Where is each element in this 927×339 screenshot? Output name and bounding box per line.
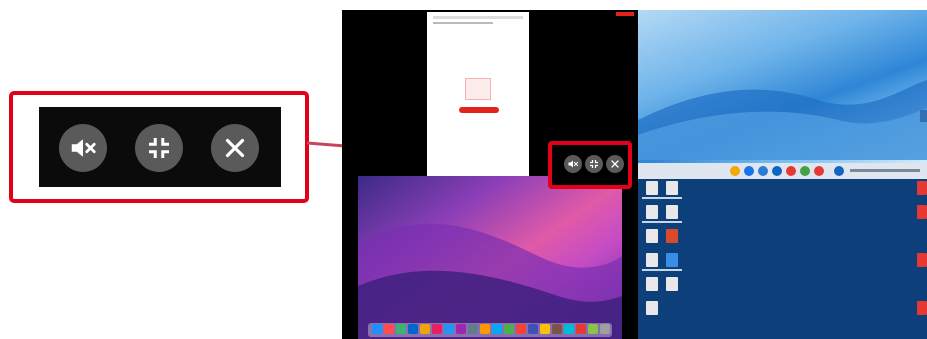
dock-icon[interactable] xyxy=(480,324,490,334)
dock-icon[interactable] xyxy=(372,324,382,334)
phone-illustration xyxy=(465,78,491,100)
dock-icon[interactable] xyxy=(456,324,466,334)
close-button-magnified[interactable] xyxy=(211,124,259,172)
phone-subheader xyxy=(433,22,493,24)
desktop-file-icon[interactable] xyxy=(666,205,678,219)
icon-label xyxy=(662,221,682,223)
macos-dock xyxy=(368,323,612,337)
phone-status-badge xyxy=(616,12,634,16)
desktop-file-icon[interactable] xyxy=(646,253,658,267)
desktop-file-icon[interactable] xyxy=(646,205,658,219)
side-tab[interactable] xyxy=(920,110,927,122)
taskbar-icon[interactable] xyxy=(744,166,754,176)
desktop-file-icon[interactable] xyxy=(646,301,658,315)
magnified-callout xyxy=(9,91,309,203)
taskbar-icon[interactable] xyxy=(772,166,782,176)
close-icon xyxy=(225,138,245,158)
phone-action-button[interactable] xyxy=(459,107,499,113)
windows-taskbar xyxy=(638,163,927,179)
dock-icon[interactable] xyxy=(444,324,454,334)
desktop-app-icon[interactable] xyxy=(666,229,678,243)
dock-icon[interactable] xyxy=(516,324,526,334)
desktop-file-icon[interactable] xyxy=(666,181,678,195)
desktop-file-icon[interactable] xyxy=(646,277,658,291)
taskbar-icon[interactable] xyxy=(730,166,740,176)
taskbar-icon[interactable] xyxy=(800,166,810,176)
icon-label xyxy=(662,269,682,271)
fullscreen-button[interactable] xyxy=(585,155,603,173)
desktop-app-icon[interactable] xyxy=(666,253,678,267)
phone-app-view xyxy=(427,12,529,176)
pdf-file-icon[interactable] xyxy=(917,181,927,195)
windows-desktop-top xyxy=(638,10,927,163)
fullscreen-button-magnified[interactable] xyxy=(135,124,183,172)
screen-control-bar xyxy=(548,141,632,189)
close-button[interactable] xyxy=(606,155,624,173)
callout-toolbar xyxy=(39,107,281,187)
dock-icon[interactable] xyxy=(384,324,394,334)
taskbar-icon[interactable] xyxy=(758,166,768,176)
icon-label xyxy=(642,269,662,271)
mute-icon xyxy=(568,160,579,168)
close-icon xyxy=(611,160,619,168)
taskbar-icon[interactable] xyxy=(834,166,844,176)
dock-icon[interactable] xyxy=(408,324,418,334)
dock-icon[interactable] xyxy=(552,324,562,334)
windows-desktop-bottom xyxy=(638,179,927,339)
dock-icon[interactable] xyxy=(504,324,514,334)
dock-icon[interactable] xyxy=(432,324,442,334)
pdf-file-icon[interactable] xyxy=(917,301,927,315)
dock-icon[interactable] xyxy=(420,324,430,334)
system-tray xyxy=(850,169,920,172)
monterey-wave xyxy=(358,223,622,339)
taskbar-icon[interactable] xyxy=(786,166,796,176)
mute-icon xyxy=(71,139,96,157)
macos-screen xyxy=(342,176,638,339)
bloom-wave xyxy=(638,80,927,160)
dock-icon[interactable] xyxy=(576,324,586,334)
icon-label xyxy=(662,197,682,199)
dock-icon[interactable] xyxy=(528,324,538,334)
dock-icon[interactable] xyxy=(468,324,478,334)
fullscreen-icon xyxy=(149,138,169,158)
mute-button-magnified[interactable] xyxy=(59,124,107,172)
macos-desktop xyxy=(358,176,622,339)
dock-icon[interactable] xyxy=(564,324,574,334)
dock-icon[interactable] xyxy=(588,324,598,334)
desktop-file-icon[interactable] xyxy=(646,181,658,195)
dock-icon[interactable] xyxy=(540,324,550,334)
mute-button[interactable] xyxy=(564,155,582,173)
dock-icon[interactable] xyxy=(492,324,502,334)
pdf-file-icon[interactable] xyxy=(917,205,927,219)
icon-label xyxy=(642,197,662,199)
trash-icon[interactable] xyxy=(600,324,610,334)
taskbar-icon[interactable] xyxy=(814,166,824,176)
fullscreen-icon xyxy=(590,160,598,168)
desktop-file-icon[interactable] xyxy=(646,229,658,243)
phone-header xyxy=(433,16,523,19)
icon-label xyxy=(642,221,662,223)
desktop-file-icon[interactable] xyxy=(666,277,678,291)
pdf-file-icon[interactable] xyxy=(917,253,927,267)
dock-icon[interactable] xyxy=(396,324,406,334)
